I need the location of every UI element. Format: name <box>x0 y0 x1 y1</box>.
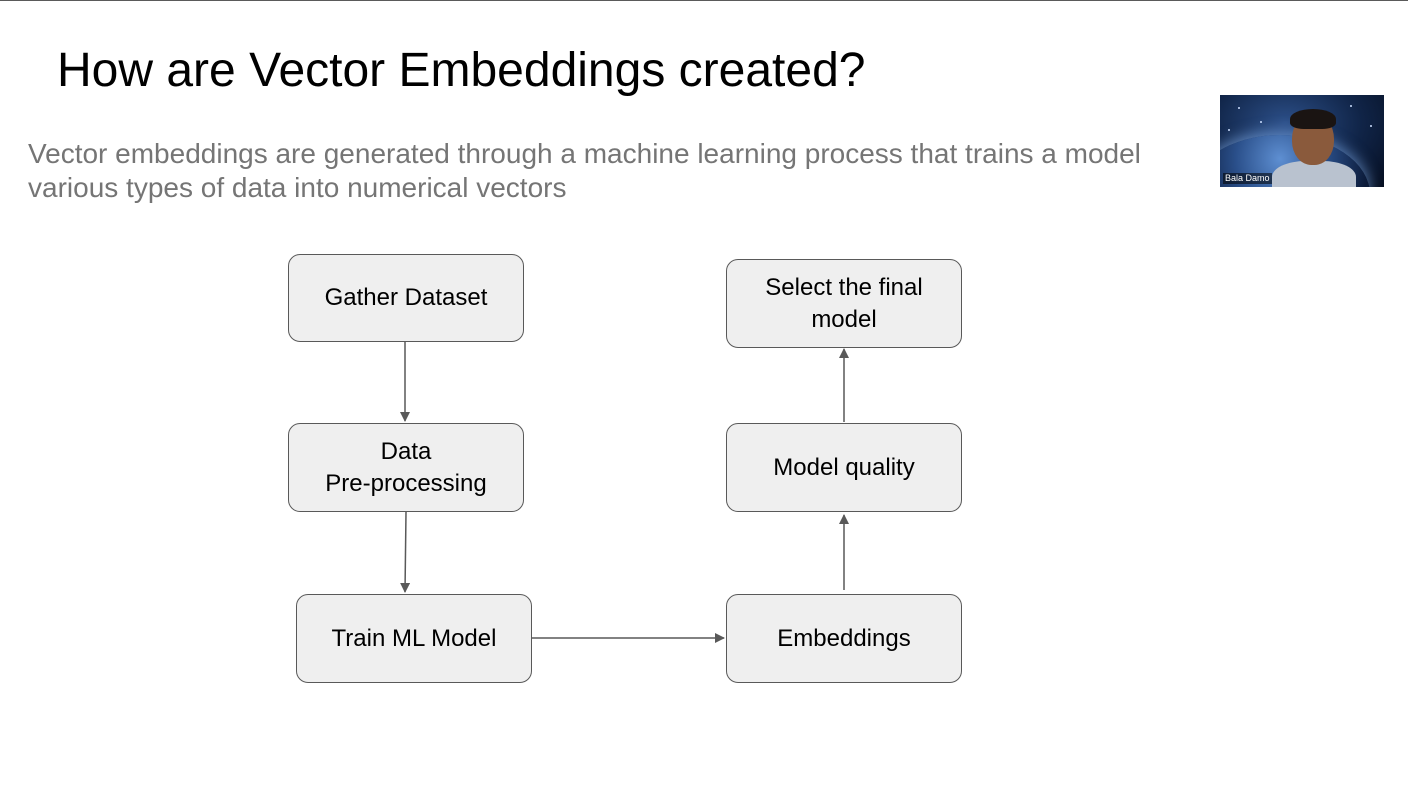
box-label-line: model <box>811 305 877 333</box>
slide-title: How are Vector Embeddings created? <box>57 44 866 97</box>
arrow-preprocessing-to-train <box>400 511 411 593</box>
box-gather-dataset: Gather Dataset <box>288 254 524 342</box>
box-train-ml-model: Train ML Model <box>296 594 532 683</box>
presentation-slide: How are Vector Embeddings created? Vecto… <box>0 0 1408 792</box>
box-label-line: Model quality <box>773 453 915 481</box>
star-decoration <box>1260 121 1262 123</box>
box-data-preprocessing: Data Pre-processing <box>288 423 524 512</box>
star-decoration <box>1228 129 1230 131</box>
box-label-line: Embeddings <box>777 624 911 652</box>
box-label-line: Pre-processing <box>325 469 487 497</box>
webcam-video-tile[interactable]: Bala Damo <box>1220 95 1384 187</box>
star-decoration <box>1238 107 1240 109</box>
box-embeddings: Embeddings <box>726 594 962 683</box>
star-decoration <box>1370 125 1372 127</box>
slide-subtitle: Vector embeddings are generated through … <box>28 137 1228 205</box>
subtitle-line-2: various types of data into numerical vec… <box>28 172 567 203</box>
box-label-line: Gather Dataset <box>324 284 488 311</box>
participant-name-tag: Bala Damo <box>1223 173 1272 184</box>
box-label-line: Data <box>380 437 432 465</box>
star-decoration <box>1350 105 1352 107</box>
top-divider <box>0 0 1408 1</box>
participant-hair <box>1290 109 1336 129</box>
box-model-quality: Model quality <box>726 423 962 512</box>
box-label-line: Select the final <box>765 273 923 301</box>
box-select-final-model: Select the final model <box>726 259 962 348</box>
flow-arrows <box>400 342 849 643</box>
box-label-line: Train ML Model <box>331 624 497 652</box>
subtitle-line-1: Vector embeddings are generated through … <box>28 138 1141 169</box>
